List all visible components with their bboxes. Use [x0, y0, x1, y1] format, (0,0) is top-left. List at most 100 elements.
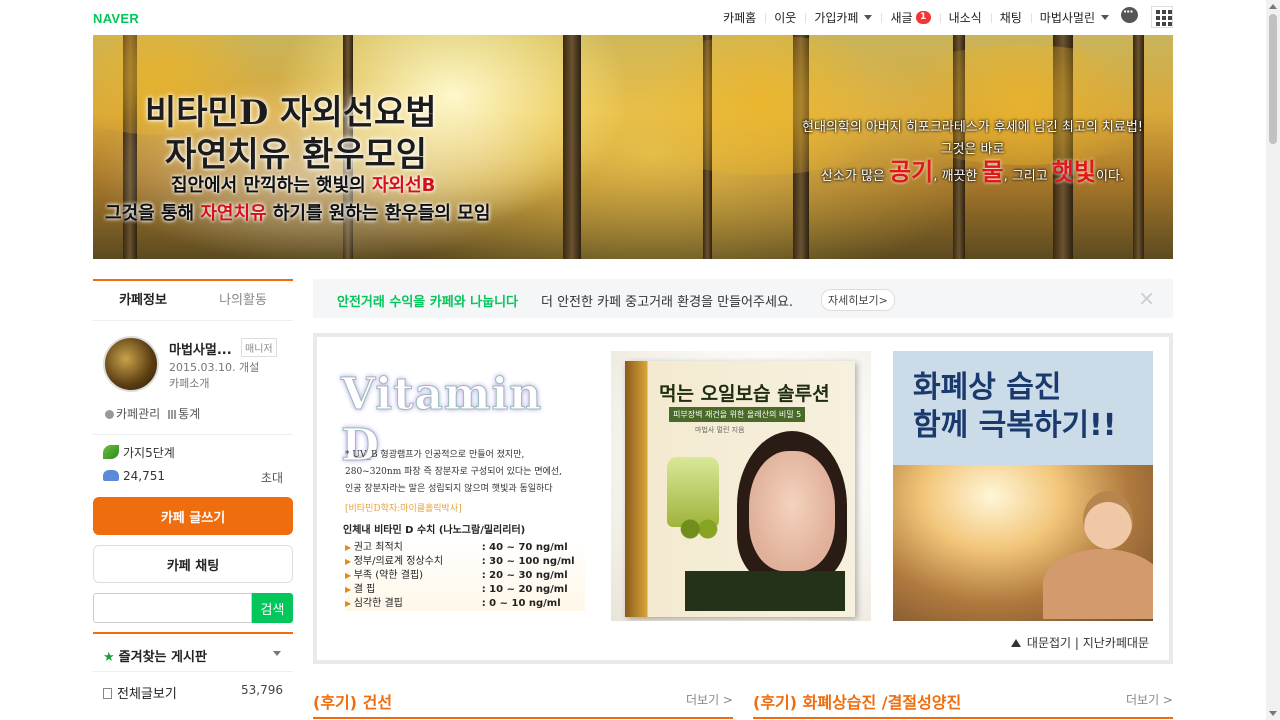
scroll-up-arrow-icon[interactable]: [1269, 4, 1277, 9]
page-scrollbar[interactable]: [1266, 0, 1280, 720]
banner-quote-line3: 산소가 많은 공기, 깨끗한 물, 그리고 햇빛이다.: [802, 158, 1143, 188]
all-posts-count: 53,796: [241, 683, 283, 697]
notice-highlight[interactable]: 안전거래 수익을 카페와 나눕니다: [337, 291, 518, 310]
level-row: 결 핍: 10 ~ 20 ng/ml: [345, 583, 585, 597]
more-link[interactable]: 더보기 >: [1126, 691, 1173, 708]
people-icon: [103, 470, 119, 481]
favorite-boards-label: 즐겨찾는 게시판: [118, 650, 207, 665]
nav-my-news[interactable]: 내소식: [939, 9, 991, 26]
section-title[interactable]: (후기) 화폐상습진 /결절성양진: [753, 689, 961, 713]
banner-sub2-text-a: 그것을 통해: [105, 203, 201, 224]
global-nav: 카페홈 이웃 가입카페 새글 1 내소식 채팅 마법사멀린: [714, 0, 1118, 35]
favorite-boards[interactable]: ★ 즐겨찾는 게시판: [93, 632, 293, 672]
cafe-avatar[interactable]: [103, 336, 159, 392]
all-posts-link[interactable]: 전체글보기: [103, 683, 177, 702]
nav-joined-cafes[interactable]: 가입카페: [805, 9, 881, 26]
cafe-sidebar: 카페정보 나의활동 마법사멀... 매니저 2015.03.10. 개설 카페소…: [93, 279, 293, 702]
triangle-up-icon: [1010, 639, 1021, 647]
level-label: 정부/의료계 정상수치: [353, 556, 444, 567]
cafe-intro-link[interactable]: 카페소개: [169, 375, 209, 391]
book-title: 먹는 오일보습 솔루션: [659, 383, 830, 405]
quote-part: , 깨끗한: [933, 169, 982, 184]
chat-bubble-icon[interactable]: [1121, 5, 1138, 23]
vitamin-d-table-heading: 인체내 비타민 D 수치 (나노그람/밀리리터): [343, 525, 526, 536]
cafe-manage-link[interactable]: 카페관리: [105, 405, 160, 422]
nav-joined-cafes-label: 가입카페: [814, 11, 859, 25]
banner-subtitle-line2: 그것을 통해 자연치유 하기를 원하는 환우들의 모임: [105, 199, 490, 225]
quote-part: 산소가 많은: [820, 169, 890, 184]
eczema-title-line2: 함께 극복하기!!: [913, 408, 1117, 443]
app-grid-icon[interactable]: [1151, 6, 1173, 28]
write-post-button[interactable]: 카페 글쓰기: [93, 497, 293, 535]
vitamin-d-scholar-tag: [비타민D학자:마이클홀릭박사]: [345, 504, 462, 514]
cafe-since: 2015.03.10. 개설: [169, 361, 260, 374]
level-value: : 30 ~ 100 ng/ml: [481, 556, 575, 567]
new-posts-badge: 1: [915, 11, 931, 24]
quote-sunlight: 햇빛: [1051, 158, 1097, 186]
more-link[interactable]: 더보기 >: [686, 691, 733, 708]
naver-logo[interactable]: NAVER: [93, 11, 139, 26]
cafe-stats-link[interactable]: 통계: [168, 405, 200, 422]
bar-chart-icon: [168, 410, 177, 419]
nav-my-news-label: 내소식: [948, 11, 982, 25]
banner-subtitle-line1: 집안에서 만끽하는 햇빛의 자외선B: [171, 171, 435, 197]
model-face-image: [749, 451, 835, 571]
nav-user-menu[interactable]: 마법사멀린: [1030, 9, 1118, 26]
cafe-search-input[interactable]: [93, 593, 252, 623]
book-author: 마법사 멀린 지음: [695, 426, 745, 434]
level-label: 권고 최적치: [353, 542, 403, 553]
level-row: 심각한 결핍: 0 ~ 10 ng/ml: [345, 597, 585, 611]
oil-moisture-book-panel[interactable]: 먹는 오일보습 솔루션 피부장벽 재건을 위한 올레산의 비밀 5 마법사 멀린…: [611, 351, 871, 621]
fold-banner-label: 대문접기 | 지난카페대문: [1026, 636, 1149, 650]
notice-text: 더 안전한 카페 중고거래 환경을 만들어주세요.: [541, 295, 794, 310]
member-count-value: 24,751: [123, 469, 165, 483]
level-row: 권고 최적치: 40 ~ 70 ng/ml: [345, 541, 585, 555]
nav-chat[interactable]: 채팅: [990, 9, 1031, 26]
invite-link[interactable]: 초대: [261, 469, 283, 486]
nav-cafe-home[interactable]: 카페홈: [714, 9, 765, 26]
vitamin-d-panel[interactable]: Vitamin D * UV_B 형광램프가 인공적으로 만들어 졌지만, 28…: [331, 351, 591, 621]
cafe-level[interactable]: 가지5단계: [103, 444, 175, 461]
user-name: 마법사멀린: [1039, 11, 1095, 25]
notice-banner: 안전거래 수익을 카페와 나눕니다 더 안전한 카페 중고거래 환경을 만들어주…: [313, 279, 1173, 318]
quote-air: 공기: [889, 158, 934, 186]
cafe-chat-button[interactable]: 카페 채팅: [93, 545, 293, 583]
level-row: 정부/의료계 정상수치 : 30 ~ 100 ng/ml: [345, 555, 585, 569]
book-subtitle: 피부장벽 재건을 위한 올레산의 비밀 5: [669, 407, 806, 422]
scroll-down-arrow-icon[interactable]: [1269, 711, 1277, 716]
level-value: : 10 ~ 20 ng/ml: [481, 584, 568, 595]
section-eczema-reviews: (후기) 화폐상습진 /결절성양진 더보기 >: [753, 689, 1173, 719]
cafe-manager-name[interactable]: 마법사멀...: [169, 339, 232, 358]
banner-quote-line1: 현대의학의 아버지 히포크라테스가 후세에 남긴 최고의 치료법!: [802, 120, 1143, 135]
chevron-down-icon: [864, 15, 873, 20]
vitamin-d-description: * UV_B 형광램프가 인공적으로 만들어 졌지만, 280~320nm 파장…: [345, 447, 585, 498]
member-count[interactable]: 24,751: [103, 469, 165, 483]
olive-image: [677, 517, 721, 541]
nav-new-posts[interactable]: 새글 1: [881, 9, 939, 26]
star-icon: ★: [103, 650, 115, 665]
section-psoriasis-reviews: (후기) 건선 더보기 >: [313, 689, 733, 719]
gear-icon: [105, 410, 114, 419]
tab-cafe-info[interactable]: 카페정보: [93, 281, 193, 320]
description-line: 인공 장분자라는 말은 성립되지 않으며 햇빛과 동일하다: [345, 484, 553, 494]
leaf-icon: [103, 445, 119, 459]
level-value: : 20 ~ 30 ng/ml: [481, 570, 568, 581]
notice-more-button[interactable]: 자세히보기>: [821, 289, 895, 311]
manager-badge: 매니저: [241, 338, 277, 357]
close-icon[interactable]: ×: [1138, 288, 1155, 308]
description-line: * UV_B 형광램프가 인공적으로 만들어 졌지만,: [345, 450, 525, 460]
scroll-thumb[interactable]: [1269, 14, 1277, 144]
quote-water: 물: [981, 158, 1004, 186]
quote-part: 이다.: [1096, 169, 1125, 184]
quote-part: , 그리고: [1003, 169, 1052, 184]
section-title[interactable]: (후기) 건선: [313, 689, 392, 713]
fold-banner-link[interactable]: 대문접기 | 지난카페대문: [1010, 634, 1149, 651]
cafe-banner[interactable]: 비타민D 자외선요법 자연치유 환우모임 집안에서 만끽하는 햇빛의 자외선B …: [93, 35, 1173, 259]
document-icon: [103, 688, 112, 699]
search-button[interactable]: 검색: [252, 593, 293, 623]
eczema-panel[interactable]: 화폐상 습진 함께 극복하기!!: [893, 351, 1153, 621]
tab-my-activity[interactable]: 나의활동: [193, 281, 293, 320]
chevron-down-icon[interactable]: [273, 651, 281, 656]
mother-figure: [1043, 549, 1153, 619]
nav-neighbors[interactable]: 이웃: [765, 9, 805, 26]
